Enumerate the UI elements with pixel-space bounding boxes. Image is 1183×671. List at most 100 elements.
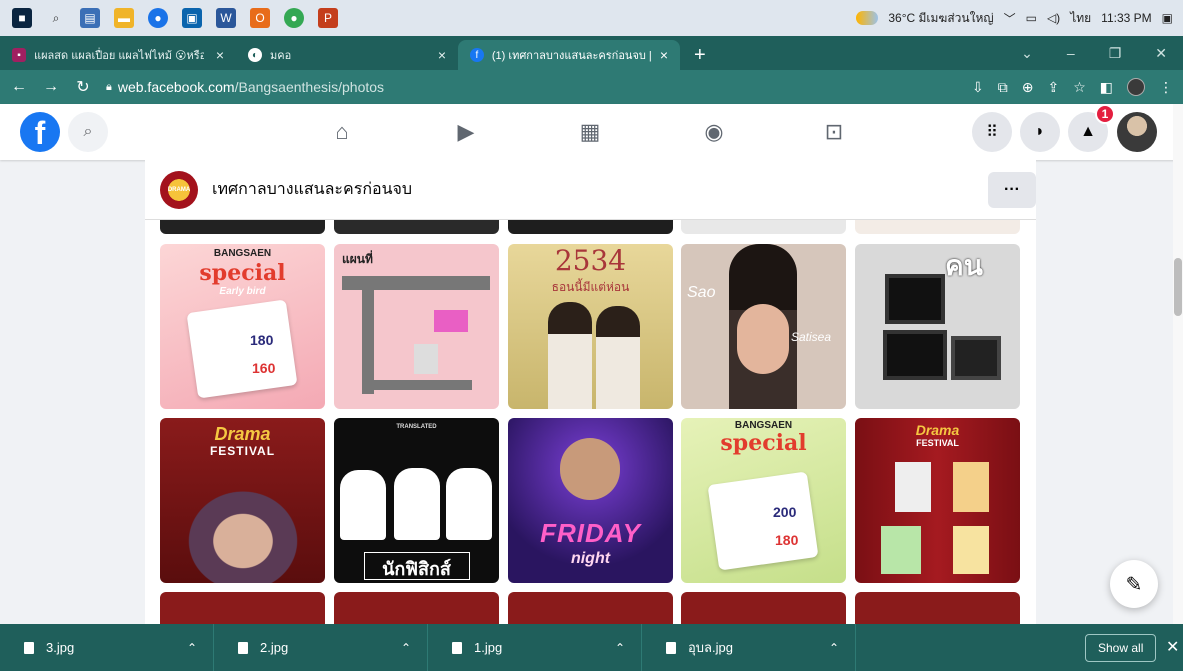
photo-tile[interactable]	[508, 592, 673, 624]
side-panel-icon[interactable]: ◧	[1100, 79, 1113, 96]
close-icon[interactable]: ✕	[1166, 637, 1179, 657]
weather-icon[interactable]	[856, 11, 879, 25]
file-explorer-icon[interactable]: ▬	[114, 8, 134, 28]
photo-tile[interactable]: FRIDAY night	[508, 418, 673, 583]
photo-tile[interactable]: TRANSLATED นักฟิสิกส์	[334, 418, 499, 583]
zoom-icon[interactable]: ⊕	[1022, 79, 1034, 96]
download-item[interactable]: อุบล.jpg ⌃	[642, 624, 856, 671]
word-icon[interactable]: W	[216, 8, 236, 28]
chrome-icon[interactable]: ●	[148, 8, 168, 28]
page-avatar[interactable]: DRAMA	[160, 170, 198, 209]
search-button[interactable]: ⌕	[68, 112, 108, 152]
tile-subtitle: FESTIVAL	[209, 444, 276, 458]
clock[interactable]: 11:33 PM	[1101, 11, 1151, 25]
download-item[interactable]: 2.jpg ⌃	[214, 624, 428, 671]
powerpoint-icon[interactable]: P	[318, 8, 338, 28]
photo-tile[interactable]	[334, 220, 499, 234]
groups-nav-icon[interactable]: ◉	[684, 104, 744, 160]
close-icon[interactable]: ×	[438, 47, 446, 63]
photo-tile[interactable]	[681, 592, 846, 624]
task-view-icon[interactable]: ▤	[80, 8, 100, 28]
share-icon[interactable]: ⇪	[1047, 79, 1059, 96]
gaming-nav-icon[interactable]: ⊡	[804, 104, 864, 160]
photo-tile[interactable]: Drama FESTIVAL	[160, 418, 325, 583]
messenger-button[interactable]: ◗	[1020, 112, 1060, 152]
language-indicator[interactable]: ไทย	[1070, 9, 1091, 28]
menu-grid-button[interactable]: ⠿	[972, 112, 1012, 152]
marketplace-nav-icon[interactable]: ▦	[560, 104, 620, 160]
store-icon[interactable]: ▣	[182, 8, 202, 28]
photo-tile[interactable]	[855, 220, 1020, 234]
close-icon[interactable]: ×	[660, 47, 668, 63]
photo-tile[interactable]: BANGSAEN special 200 180	[681, 418, 846, 583]
photo-tile[interactable]	[160, 220, 325, 234]
tab-2[interactable]: ◐ มคอ ×	[236, 40, 458, 70]
facebook-favicon-icon: f	[470, 48, 484, 62]
chevron-down-icon[interactable]: ⌄	[1021, 45, 1033, 62]
photo-tile[interactable]	[681, 220, 846, 234]
cast-group	[174, 478, 312, 583]
speaker-icon[interactable]: ◁)	[1047, 11, 1060, 25]
weather-text[interactable]: 36°C มีเมฆส่วนใหญ่	[888, 9, 993, 28]
photo-tile[interactable]	[334, 592, 499, 624]
menu-icon[interactable]: ⋮	[1159, 79, 1173, 96]
photo-tile[interactable]: Sao Satisea	[681, 244, 846, 409]
photo-tile[interactable]: แผนที่	[334, 244, 499, 409]
photo-tile[interactable]: BANGSAEN special Early bird 180 160	[160, 244, 325, 409]
show-all-button[interactable]: Show all	[1085, 634, 1157, 662]
install-app-icon[interactable]: ⇩	[972, 79, 984, 96]
photo-tile[interactable]: 2534 ธอนนี้มีแต่ห่อน	[508, 244, 673, 409]
new-tab-button[interactable]: +	[680, 40, 720, 70]
tab-3[interactable]: f (1) เทศกาลบางแสนละครก่อนจบ | Fac ×	[458, 40, 680, 70]
tile-title: แผนที่	[342, 252, 373, 266]
reload-button[interactable]: ↻	[74, 77, 92, 97]
more-options-button[interactable]: ···	[988, 172, 1036, 208]
map-road	[362, 284, 374, 394]
profile-avatar[interactable]	[1127, 78, 1145, 96]
network-icon[interactable]: ▭	[1026, 11, 1037, 25]
chevron-up-icon[interactable]: ⌃	[829, 641, 839, 655]
cast-photo	[895, 462, 931, 512]
new-message-button[interactable]: ✎	[1110, 560, 1158, 608]
account-avatar[interactable]	[1117, 112, 1157, 152]
notification-center-icon[interactable]: ▣	[1162, 11, 1173, 25]
windows-start-icon[interactable]: ■	[12, 8, 32, 28]
chevron-up-icon[interactable]: ⌃	[187, 641, 197, 655]
restore-button[interactable]: ❐	[1109, 45, 1122, 62]
search-icon[interactable]: ⌕	[46, 8, 66, 28]
facebook-logo-icon[interactable]: f	[20, 112, 60, 152]
office-icon[interactable]: O	[250, 8, 270, 28]
forward-button[interactable]: →	[42, 78, 60, 96]
back-button[interactable]: ←	[10, 78, 28, 96]
download-shelf: 3.jpg ⌃ 2.jpg ⌃ 1.jpg ⌃ อุบล.jpg ⌃ Show …	[0, 624, 1183, 671]
chrome-icon[interactable]: ●	[284, 8, 304, 28]
download-item[interactable]: 3.jpg ⌃	[0, 624, 214, 671]
watch-nav-icon[interactable]: ▶	[436, 104, 496, 160]
chevron-up-icon[interactable]: ﹀	[1004, 10, 1016, 27]
close-window-button[interactable]: ✕	[1155, 45, 1167, 62]
download-item[interactable]: 1.jpg ⌃	[428, 624, 642, 671]
page-name[interactable]: เทศกาลบางแสนละครก่อนจบ	[212, 177, 412, 202]
photo-tile[interactable]: คน	[855, 244, 1020, 409]
download-filename: 2.jpg	[260, 640, 289, 655]
address-bar: ← → ↻ 🔒︎ web.facebook.com/Bangsaenthesis…	[0, 70, 1183, 104]
photo-tile[interactable]	[855, 592, 1020, 624]
photo-tile[interactable]	[508, 220, 673, 234]
photo-tile[interactable]: Drama FESTIVAL	[855, 418, 1020, 583]
tile-title: คน	[945, 250, 983, 281]
home-nav-icon[interactable]: ⌂	[312, 104, 372, 160]
chevron-up-icon[interactable]: ⌃	[615, 641, 625, 655]
scrollbar-thumb[interactable]	[1174, 258, 1182, 316]
minimize-button[interactable]: –	[1067, 45, 1075, 61]
scrollbar[interactable]	[1173, 104, 1183, 624]
tile-subtitle: FESTIVAL	[916, 438, 959, 448]
photo-tile[interactable]	[160, 592, 325, 624]
browser-tab-bar: ▪ แผลสด แผลเปื่อย แผลไฟไหม้ 😮หรือ × ◐ มค…	[0, 36, 1183, 70]
close-icon[interactable]: ×	[216, 47, 224, 63]
tab-1[interactable]: ▪ แผลสด แผลเปื่อย แผลไฟไหม้ 😮หรือ ×	[0, 40, 236, 70]
chevron-up-icon[interactable]: ⌃	[401, 641, 411, 655]
url-field[interactable]: 🔒︎ web.facebook.com/Bangsaenthesis/photo…	[106, 79, 384, 95]
translate-icon[interactable]: ⧉	[998, 79, 1008, 96]
bookmark-star-icon[interactable]: ☆	[1073, 79, 1086, 96]
file-icon	[238, 641, 248, 654]
